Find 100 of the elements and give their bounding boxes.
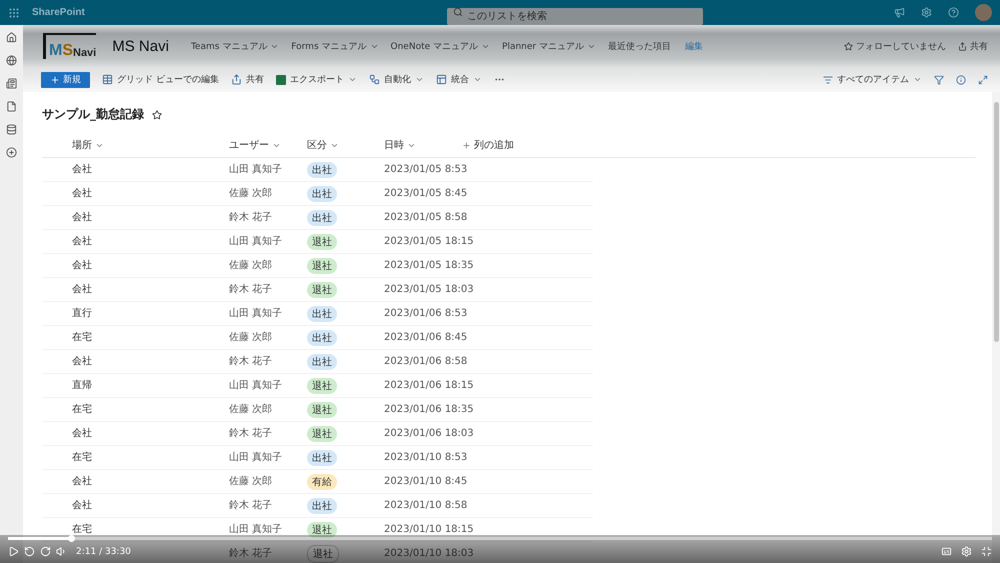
status-tag: 退社	[307, 282, 337, 298]
help-icon[interactable]	[948, 7, 959, 18]
chevron-down-icon	[472, 75, 482, 84]
status-tag: 退社	[307, 544, 339, 562]
column-header[interactable]: 区分	[307, 138, 339, 152]
chevron-down-icon	[348, 75, 357, 84]
place-cell: 会社	[72, 283, 92, 296]
user-cell: 鈴木 花子	[229, 211, 272, 224]
status-tag: 出社	[307, 162, 337, 178]
rewind-icon[interactable]	[24, 546, 35, 557]
place-cell: 会社	[72, 427, 92, 440]
star-icon	[844, 42, 853, 50]
column-header[interactable]: 場所	[72, 138, 104, 152]
news-icon[interactable]	[6, 78, 17, 89]
user-cell: 鈴木 花子	[229, 283, 272, 296]
globe-icon[interactable]	[6, 55, 17, 66]
datetime-cell: 2023/01/10 8:45	[384, 475, 468, 488]
follow-button[interactable]: フォローしていません	[844, 40, 946, 52]
datetime-cell: 2023/01/05 8:58	[384, 211, 468, 224]
fullscreen-icon[interactable]	[981, 546, 992, 557]
datetime-cell: 2023/01/06 8:58	[384, 355, 468, 368]
user-cell: 山田 真知子	[229, 379, 282, 392]
search-field[interactable]: このリストを検索	[446, 8, 703, 25]
new-button[interactable]: 新規	[41, 72, 90, 88]
lines-icon	[823, 74, 833, 84]
user-cell: 佐藤 次郎	[229, 403, 272, 416]
command-button[interactable]: エクスポート	[276, 73, 357, 86]
command-button[interactable]: 自動化	[368, 73, 424, 86]
user-cell: 山田 真知子	[229, 451, 282, 464]
settings-icon[interactable]	[921, 7, 932, 18]
add-icon[interactable]	[6, 147, 17, 158]
user-cell: 山田 真知子	[229, 523, 282, 536]
nav-item[interactable]: Forms マニュアル	[291, 40, 379, 52]
place-cell: 在宅	[72, 331, 92, 344]
spreadsheet-icon	[276, 74, 286, 84]
user-cell: 山田 真知子	[229, 235, 282, 248]
datetime-cell: 2023/01/05 18:35	[384, 259, 474, 272]
column-header[interactable]: ユーザー	[229, 138, 281, 152]
status-tag: 有給	[307, 474, 337, 490]
info-icon[interactable]	[956, 74, 966, 84]
datetime-cell: 2023/01/10 8:53	[384, 451, 468, 464]
volume-icon[interactable]	[56, 546, 67, 557]
share-icon	[230, 74, 242, 85]
filter-icon[interactable]	[934, 74, 944, 84]
place-cell: 会社	[72, 211, 92, 224]
megaphone-icon[interactable]	[894, 7, 905, 18]
app-name[interactable]: SharePoint	[32, 7, 85, 18]
home-icon[interactable]	[6, 32, 17, 43]
captions-icon[interactable]	[941, 546, 952, 557]
place-cell: 在宅	[72, 403, 92, 416]
site-title: MS Navi	[112, 38, 169, 54]
scrollbar[interactable]	[992, 92, 1000, 563]
status-tag: 退社	[307, 426, 337, 442]
datetime-cell: 2023/01/05 18:15	[384, 235, 474, 248]
share-icon	[958, 42, 967, 50]
site-logo[interactable]: MSNavi	[43, 33, 96, 59]
datetime-cell: 2023/01/10 18:15	[384, 523, 474, 536]
place-cell: 会社	[72, 235, 92, 248]
expand-icon[interactable]	[978, 74, 988, 84]
place-cell: 会社	[72, 187, 92, 200]
datetime-cell: 2023/01/05 8:53	[384, 163, 468, 176]
share-button[interactable]: 共有	[958, 40, 988, 52]
user-cell: 山田 真知子	[229, 163, 282, 176]
nav-item[interactable]: OneNote マニュアル	[390, 40, 490, 52]
status-tag: 退社	[307, 402, 337, 418]
place-cell: 在宅	[72, 451, 92, 464]
datetime-cell: 2023/01/06 18:35	[384, 403, 474, 416]
user-cell: 鈴木 花子	[229, 499, 272, 512]
command-button[interactable]: 共有	[230, 73, 264, 86]
datetime-cell: 2023/01/06 18:03	[384, 427, 474, 440]
place-cell: 直行	[72, 307, 92, 320]
view-selector[interactable]: すべてのアイテム	[823, 73, 922, 86]
command-button[interactable]: 統合	[436, 73, 482, 86]
panels-icon	[436, 74, 447, 85]
plus-icon	[462, 140, 471, 150]
favorite-star-icon[interactable]	[152, 110, 162, 120]
file-icon[interactable]	[6, 101, 17, 112]
nav-item[interactable]: 最近使った項目	[608, 40, 671, 52]
datetime-cell: 2023/01/10 8:58	[384, 499, 468, 512]
forward-icon[interactable]	[40, 546, 51, 557]
datetime-cell: 2023/01/10 18:03	[384, 547, 474, 560]
user-cell: 鈴木 花子	[229, 427, 272, 440]
datetime-cell: 2023/01/06 18:15	[384, 379, 474, 392]
playback-time: 2:11 / 33:30	[76, 546, 131, 556]
place-cell: 会社	[72, 475, 92, 488]
user-cell: 佐藤 次郎	[229, 259, 272, 272]
grid-icon	[102, 74, 113, 85]
database-icon[interactable]	[6, 124, 17, 135]
app-launcher-icon[interactable]	[8, 6, 20, 18]
nav-item[interactable]: Teams マニュアル	[190, 40, 280, 52]
play-icon[interactable]	[8, 546, 19, 557]
user-cell: 佐藤 次郎	[229, 331, 272, 344]
status-tag: 出社	[307, 330, 337, 346]
status-tag: 出社	[307, 306, 337, 322]
column-header[interactable]: 日時	[384, 138, 416, 152]
user-cell: 鈴木 花子	[229, 355, 272, 368]
command-button[interactable]: グリッド ビューでの編集	[102, 73, 219, 86]
nav-item[interactable]: Planner マニュアル	[502, 40, 596, 52]
user-cell: 鈴木 花子	[229, 547, 272, 560]
add-column-button[interactable]: 列の追加	[462, 138, 514, 152]
